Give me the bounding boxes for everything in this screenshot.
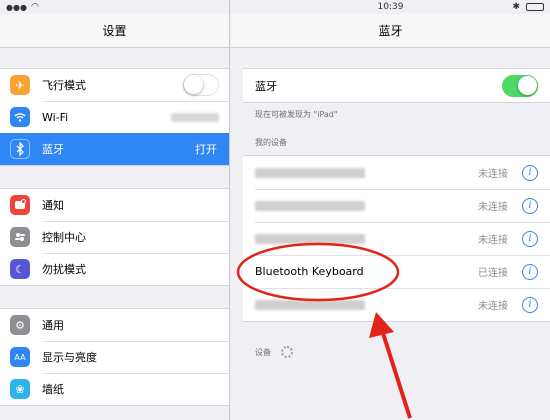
sidebar-item-label: 通用	[42, 319, 64, 332]
my-devices-header: 我的设备	[255, 138, 287, 147]
device-status: 未连接	[478, 235, 508, 246]
info-icon[interactable]: i	[522, 263, 538, 280]
device-row[interactable]: 未连接 i	[243, 222, 550, 255]
device-name-blurred	[255, 200, 365, 211]
sidebar-item-control-center[interactable]: 控制中心	[0, 221, 229, 253]
status-time: 10:39	[377, 2, 404, 12]
bluetooth-toggle-label: 蓝牙	[255, 79, 277, 93]
device-status: 未连接	[478, 202, 508, 213]
control-center-icon	[10, 227, 30, 247]
sidebar-item-label: 控制中心	[42, 231, 86, 244]
loading-spinner-icon	[281, 346, 293, 358]
status-bar-left: ●●● ◠	[0, 0, 229, 14]
wifi-icon	[10, 107, 30, 127]
sidebar-item-label: 显示与亮度	[42, 351, 97, 364]
airplane-icon: ✈	[10, 75, 30, 95]
settings-sidebar: ●●● ◠ 设置 ✈ 飞行模式 Wi-Fi 蓝牙 打开 通知 控制中心 ☾ 勿扰…	[0, 0, 230, 420]
info-icon[interactable]: i	[522, 296, 538, 313]
info-icon[interactable]: i	[522, 164, 538, 181]
device-name-blurred	[255, 233, 365, 244]
device-name-blurred	[255, 167, 365, 178]
battery-icon	[526, 3, 544, 11]
device-row-bluetooth-keyboard[interactable]: Bluetooth Keyboard 已连接 i	[243, 255, 550, 288]
device-row[interactable]: 未连接 i	[243, 156, 550, 189]
page-title: 蓝牙	[378, 24, 403, 38]
sidebar-item-general[interactable]: ⚙ 通用	[0, 309, 229, 341]
device-status: 已连接	[478, 268, 508, 279]
signal-icon: ●●●	[6, 2, 27, 12]
device-status: 未连接	[478, 169, 508, 180]
settings-group-connectivity: ✈ 飞行模式 Wi-Fi 蓝牙 打开	[0, 68, 229, 166]
wifi-network-value	[171, 112, 219, 122]
sidebar-nav-bar: 设置	[0, 14, 229, 48]
info-icon[interactable]: i	[522, 230, 538, 247]
sidebar-item-wifi[interactable]: Wi-Fi	[0, 101, 229, 133]
wifi-status-icon: ◠	[30, 2, 39, 12]
gear-icon: ⚙	[10, 315, 30, 335]
sidebar-item-label: 通知	[42, 199, 64, 212]
notification-icon	[10, 195, 30, 215]
sidebar-item-display-brightness[interactable]: AA 显示与亮度	[0, 341, 229, 373]
device-name: Bluetooth Keyboard	[255, 265, 364, 278]
device-name-blurred	[255, 299, 365, 310]
bluetooth-status-value: 打开	[195, 143, 217, 156]
device-row[interactable]: 未连接 i	[243, 288, 550, 321]
sidebar-item-label: 墙纸	[42, 383, 64, 396]
other-devices-header: 设备	[231, 346, 550, 358]
discoverable-note: 现在可被发现为 "iPad"	[255, 110, 338, 119]
bluetooth-toggle-row: 蓝牙	[243, 69, 550, 102]
my-devices-list: 未连接 i 未连接 i 未连接 i Bluetooth Keyboard 已连接…	[243, 155, 550, 322]
detail-nav-bar: 蓝牙	[231, 14, 550, 48]
sidebar-item-airplane-mode[interactable]: ✈ 飞行模式	[0, 69, 229, 101]
settings-group-notifications: 通知 控制中心 ☾ 勿扰模式	[0, 188, 229, 286]
device-row[interactable]: 未连接 i	[243, 189, 550, 222]
bluetooth-toggle-group: 蓝牙	[243, 68, 550, 103]
sidebar-item-bluetooth[interactable]: 蓝牙 打开	[0, 133, 229, 165]
sidebar-title: 设置	[102, 24, 127, 38]
sidebar-item-do-not-disturb[interactable]: ☾ 勿扰模式	[0, 253, 229, 285]
moon-icon: ☾	[10, 259, 30, 279]
wallpaper-icon: ❀	[10, 379, 30, 399]
bluetooth-toggle[interactable]	[502, 74, 538, 97]
sidebar-item-notifications[interactable]: 通知	[0, 189, 229, 221]
bluetooth-status-icon: ✱	[512, 2, 520, 12]
info-icon[interactable]: i	[522, 197, 538, 214]
bluetooth-detail-pane: 10:39 ✱ 蓝牙 蓝牙 现在可被发现为 "iPad" 我的设备 未连接 i …	[231, 0, 550, 420]
other-devices-label: 设备	[255, 347, 271, 357]
settings-group-general: ⚙ 通用 AA 显示与亮度 ❀ 墙纸	[0, 308, 229, 406]
airplane-mode-toggle[interactable]	[183, 74, 219, 96]
sidebar-item-label: 勿扰模式	[42, 263, 86, 276]
sidebar-item-wallpaper[interactable]: ❀ 墙纸	[0, 373, 229, 405]
display-icon: AA	[10, 347, 30, 367]
bluetooth-icon	[10, 139, 30, 159]
device-status: 未连接	[478, 301, 508, 312]
status-bar-right: 10:39 ✱	[231, 0, 550, 14]
